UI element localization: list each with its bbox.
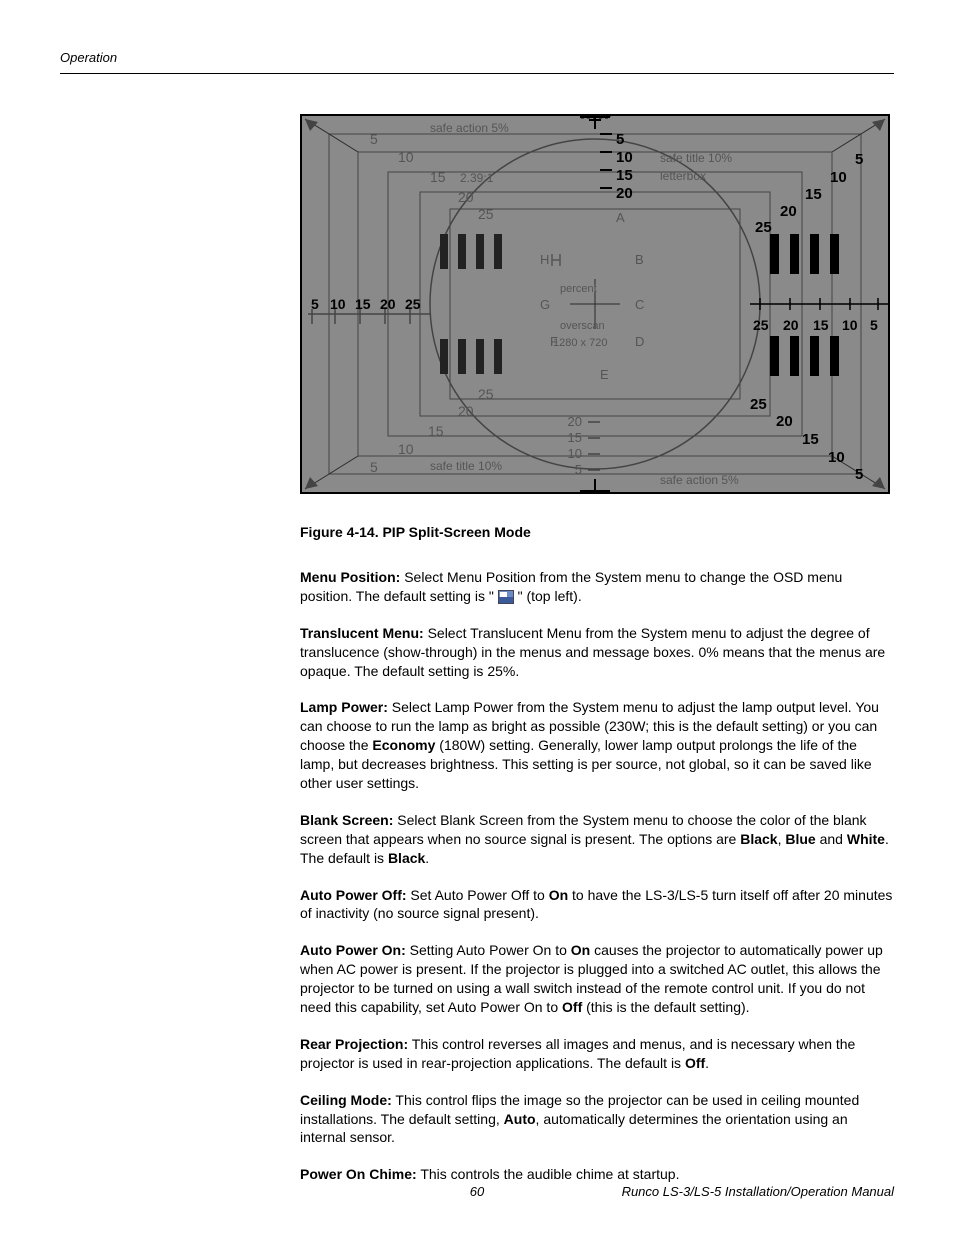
svg-text:5: 5 (855, 466, 863, 483)
svg-text:20: 20 (783, 317, 799, 333)
svg-text:overscan: overscan (560, 320, 605, 332)
svg-text:C: C (635, 297, 644, 312)
svg-text:10: 10 (616, 149, 633, 166)
rear-projection-title: Rear Projection: (300, 1036, 408, 1052)
svg-text:10: 10 (398, 441, 414, 457)
svg-text:5: 5 (370, 131, 378, 147)
auto-power-on-paragraph: Auto Power On: Setting Auto Power On to … (300, 941, 894, 1017)
svg-text:25: 25 (405, 296, 421, 312)
footer-manual-title: Runco LS-3/LS-5 Installation/Operation M… (622, 1184, 894, 1199)
svg-text:safe title 10%: safe title 10% (660, 151, 732, 165)
svg-text:25: 25 (478, 386, 494, 402)
svg-text:20: 20 (616, 185, 633, 202)
lamp-power-paragraph: Lamp Power: Select Lamp Power from the S… (300, 698, 894, 792)
svg-text:safe action 5%: safe action 5% (660, 473, 739, 487)
svg-text:15: 15 (430, 169, 446, 185)
svg-text:10: 10 (842, 317, 858, 333)
ceiling-mode-title: Ceiling Mode: (300, 1092, 392, 1108)
blank-screen-title: Blank Screen: (300, 812, 393, 828)
svg-text:percent: percent (560, 283, 597, 295)
svg-text:letterbox: letterbox (660, 169, 706, 183)
power-on-chime-title: Power On Chime: (300, 1166, 417, 1182)
page-number: 60 (470, 1184, 484, 1199)
svg-text:10: 10 (398, 149, 414, 165)
page-header-section: Operation (60, 50, 894, 65)
svg-text:5: 5 (370, 459, 378, 475)
svg-text:D: D (635, 334, 644, 349)
svg-text:H: H (540, 252, 549, 267)
svg-text:10: 10 (828, 449, 845, 466)
blank-screen-paragraph: Blank Screen: Select Blank Screen from t… (300, 811, 894, 868)
svg-text:15: 15 (568, 430, 582, 445)
svg-text:10: 10 (330, 296, 346, 312)
svg-text:15: 15 (802, 431, 819, 448)
svg-text:20: 20 (780, 203, 797, 220)
svg-text:safe action 5%: safe action 5% (430, 121, 509, 135)
svg-text:2.39:1: 2.39:1 (460, 171, 494, 185)
translucent-menu-title: Translucent Menu: (300, 625, 424, 641)
svg-text:25: 25 (750, 396, 767, 413)
page-footer: 60 Runco LS-3/LS-5 Installation/Operatio… (60, 1184, 894, 1199)
auto-power-off-title: Auto Power Off: (300, 887, 407, 903)
svg-text:safe title 10%: safe title 10% (430, 459, 502, 473)
svg-text:A: A (616, 210, 625, 225)
main-content: 5 10 15 20 25 5 10 15 20 25 5 10 15 20 2… (300, 114, 894, 1184)
svg-text:5: 5 (870, 317, 878, 333)
svg-text:15: 15 (805, 186, 822, 203)
auto-power-off-paragraph: Auto Power Off: Set Auto Power Off to On… (300, 886, 894, 924)
svg-text:G: G (540, 297, 550, 312)
test-pattern-figure: 5 10 15 20 25 5 10 15 20 25 5 10 15 20 2… (300, 114, 890, 494)
svg-text:1280 x 720: 1280 x 720 (553, 337, 607, 349)
svg-text:25: 25 (753, 317, 769, 333)
svg-text:15: 15 (355, 296, 371, 312)
svg-text:20: 20 (458, 189, 474, 205)
header-rule (60, 73, 894, 74)
svg-text:15: 15 (813, 317, 829, 333)
top-left-icon (498, 590, 514, 604)
svg-text:10: 10 (830, 169, 847, 186)
svg-text:5: 5 (616, 131, 624, 148)
translucent-menu-paragraph: Translucent Menu: Select Translucent Men… (300, 624, 894, 681)
svg-text:B: B (635, 252, 644, 267)
svg-text:E: E (600, 367, 609, 382)
svg-text:15: 15 (428, 423, 444, 439)
svg-text:20: 20 (568, 414, 582, 429)
figure-caption: Figure 4-14. PIP Split-Screen Mode (300, 524, 894, 540)
svg-text:25: 25 (755, 219, 772, 236)
auto-power-on-title: Auto Power On: (300, 942, 406, 958)
svg-text:5: 5 (855, 151, 863, 168)
svg-text:10: 10 (568, 446, 582, 461)
svg-text:15: 15 (616, 167, 633, 184)
svg-text:20: 20 (380, 296, 396, 312)
svg-text:F: F (550, 334, 558, 349)
menu-position-paragraph: Menu Position: Select Menu Position from… (300, 568, 894, 606)
svg-text:25: 25 (478, 206, 494, 222)
svg-text:5: 5 (575, 462, 582, 477)
rear-projection-paragraph: Rear Projection: This control reverses a… (300, 1035, 894, 1073)
power-on-chime-paragraph: Power On Chime: This controls the audibl… (300, 1165, 894, 1184)
menu-position-title: Menu Position: (300, 569, 400, 585)
ceiling-mode-paragraph: Ceiling Mode: This control flips the ima… (300, 1091, 894, 1148)
svg-text:20: 20 (776, 413, 793, 430)
svg-text:20: 20 (458, 403, 474, 419)
lamp-power-title: Lamp Power: (300, 699, 388, 715)
